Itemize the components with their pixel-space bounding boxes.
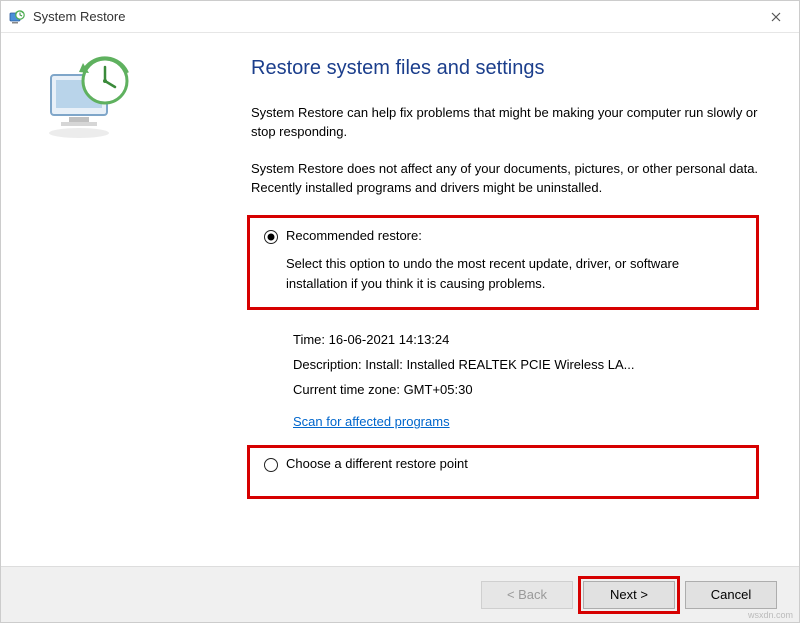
detail-description: Description: Install: Installed REALTEK … xyxy=(293,353,759,378)
recommended-restore-highlight: Recommended restore: Select this option … xyxy=(247,215,759,310)
restore-details: Time: 16-06-2021 14:13:24 Description: I… xyxy=(293,328,759,402)
dialog-body: Restore system files and settings System… xyxy=(1,33,799,566)
close-icon xyxy=(771,12,781,22)
different-restore-label: Choose a different restore point xyxy=(286,456,468,471)
sidebar xyxy=(1,33,181,566)
recommended-restore-option[interactable]: Recommended restore: xyxy=(264,228,742,244)
recommended-restore-label: Recommended restore: xyxy=(286,228,422,243)
cancel-button[interactable]: Cancel xyxy=(685,581,777,609)
restore-icon xyxy=(9,9,25,25)
recommended-restore-desc: Select this option to undo the most rece… xyxy=(286,254,742,293)
footer: < Back Next > Cancel xyxy=(1,566,799,622)
page-heading: Restore system files and settings xyxy=(251,57,759,80)
system-restore-window: System Restore xyxy=(0,0,800,623)
radio-different[interactable] xyxy=(264,458,278,472)
close-button[interactable] xyxy=(753,1,799,33)
back-button: < Back xyxy=(481,581,573,609)
intro-paragraph-2: System Restore does not affect any of yo… xyxy=(251,160,759,198)
different-restore-highlight: Choose a different restore point xyxy=(247,445,759,499)
detail-timezone: Current time zone: GMT+05:30 xyxy=(293,378,759,403)
title-text: System Restore xyxy=(33,9,125,24)
scan-affected-programs-link[interactable]: Scan for affected programs xyxy=(293,414,450,429)
titlebar: System Restore xyxy=(1,1,799,33)
radio-recommended[interactable] xyxy=(264,230,278,244)
restore-large-icon xyxy=(43,53,139,146)
detail-time: Time: 16-06-2021 14:13:24 xyxy=(293,328,759,353)
watermark: wsxdn.com xyxy=(748,610,793,620)
different-restore-option[interactable]: Choose a different restore point xyxy=(264,456,742,472)
next-button[interactable]: Next > xyxy=(583,581,675,609)
content-area: Restore system files and settings System… xyxy=(181,33,799,566)
intro-paragraph-1: System Restore can help fix problems tha… xyxy=(251,104,759,142)
